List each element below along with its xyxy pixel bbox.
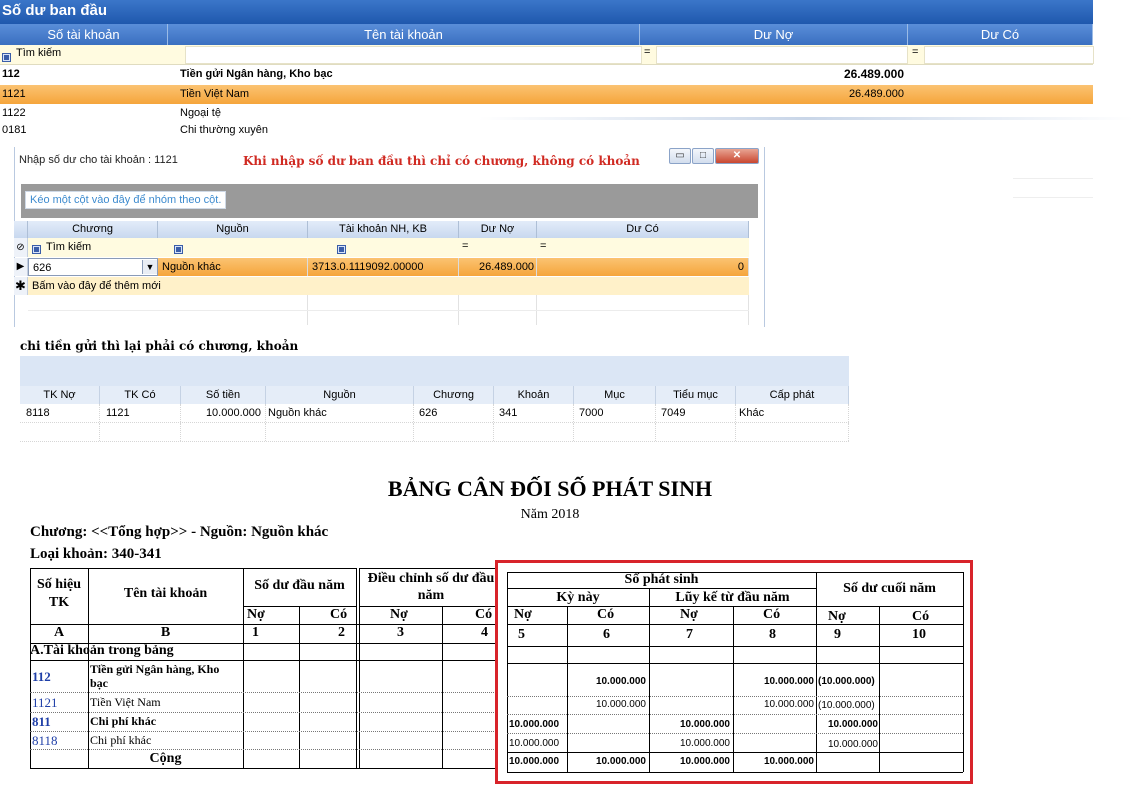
- col-letter-a: A: [53, 625, 65, 640]
- account-name: Chi phí khác: [90, 714, 157, 728]
- account-code: 8118: [32, 733, 58, 748]
- section-a-label: A.Tài khoản trong bảng: [30, 643, 174, 658]
- col-number: 1: [252, 625, 259, 640]
- header-co: Có: [330, 607, 348, 622]
- col-number: 3: [397, 625, 404, 640]
- header-co: Có: [475, 607, 493, 622]
- col-number: 2: [338, 625, 345, 640]
- header-no: Nợ: [247, 607, 265, 622]
- col-letter-b: B: [160, 625, 171, 640]
- account-code: 112: [32, 669, 51, 684]
- account-name: Chi phí khác: [90, 733, 152, 747]
- header-no: Nợ: [390, 607, 408, 622]
- account-name: Tiền gửi Ngân hàng, Kho bạc: [90, 662, 220, 690]
- highlight-box: [495, 560, 973, 784]
- account-name: Tiền Việt Nam: [90, 695, 161, 709]
- header-so-hieu: Số hiệu TK: [37, 577, 81, 610]
- total-label: Cộng: [149, 751, 182, 766]
- header-dieu-chinh: Điều chỉnh số dư đầu năm: [367, 571, 495, 603]
- account-code: 1121: [32, 695, 58, 710]
- account-code: 811: [32, 714, 51, 729]
- col-number: 4: [481, 625, 488, 640]
- header-sddn: Số dư đầu năm: [254, 578, 345, 593]
- header-ten-tk: Tên tài khoản: [123, 586, 208, 601]
